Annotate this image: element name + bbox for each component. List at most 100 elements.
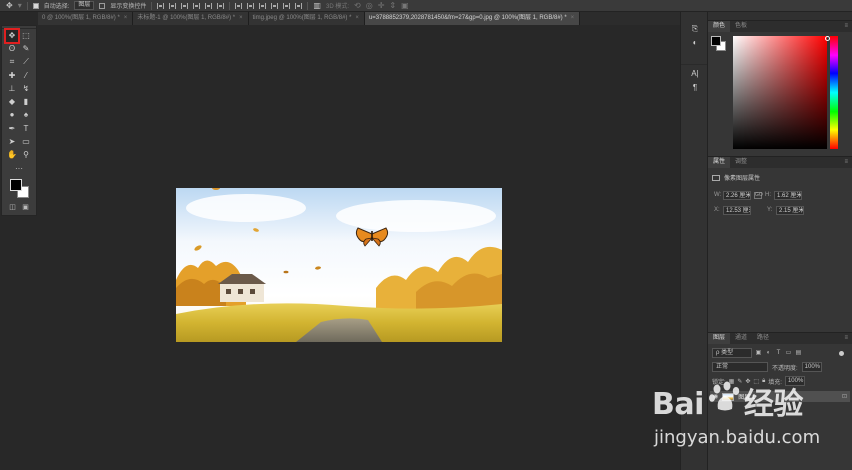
pen-icon[interactable]: ✒ [6,123,18,135]
gradient-icon[interactable]: ▮ [20,96,32,108]
layer-name[interactable]: 图层 1 [738,392,755,401]
3d-slide-icon[interactable]: ⇕ [389,0,396,11]
magic-wand-icon[interactable]: ✎ [20,43,32,55]
foreground-color-swatch[interactable] [10,179,22,192]
marquee-icon[interactable]: ⬚ [20,30,32,42]
fill-field[interactable]: 100% [784,376,805,386]
distribute-vcenter-icon[interactable] [247,2,255,9]
pixel-layer-icon [712,174,720,181]
tab-layers[interactable]: 图层 [708,333,731,344]
zoom-icon[interactable]: ⚲ [20,149,32,161]
align-vcenter-icon[interactable] [169,2,177,9]
rectangle-icon[interactable]: ▭ [20,136,32,148]
panel-menu-icon[interactable]: ≡ [844,21,852,32]
chevron-down-icon[interactable]: ▾ [18,0,22,11]
close-icon[interactable]: × [124,12,128,25]
align-bottom-icon[interactable] [181,2,189,9]
eraser-icon[interactable]: ◆ [6,96,18,108]
link-dimensions-icon[interactable]: GO [754,191,763,199]
lock-position-icon[interactable]: ✥ [745,378,750,385]
lasso-icon[interactable]: ʘ [6,43,18,55]
distribute-left-icon[interactable] [271,2,279,9]
dodge-icon[interactable]: ♠ [20,109,32,121]
tab-color[interactable]: 颜色 [708,21,731,32]
opacity-field[interactable]: 100% [801,362,822,372]
foreground-color-chip[interactable] [711,36,721,46]
panel-menu-icon[interactable]: ≡ [844,333,852,344]
tab-document-3[interactable]: timg.jpeg @ 100%(图层 1, RGB/8#) * × [248,12,365,25]
visibility-eye-icon[interactable]: ◉ [713,393,718,400]
history-brush-icon[interactable]: ↯ [20,83,32,95]
crop-icon[interactable]: ⌗ [6,56,18,68]
history-panel-icon[interactable]: ⎘ [681,22,709,36]
close-icon[interactable]: × [571,12,575,25]
3d-roll-icon[interactable]: ◎ [366,0,373,11]
filter-adjustment-icon[interactable]: ◐ [765,350,772,357]
lock-pixels-icon[interactable]: ✎ [737,378,742,385]
character-panel-icon[interactable]: A| [681,67,709,81]
tab-document-4[interactable]: u=3788852379,2028781450&fm=27&gp=0.jpg @… [364,12,581,25]
type-icon[interactable]: T [20,123,32,135]
brush-icon[interactable]: ⁄ [20,70,32,82]
clone-stamp-icon[interactable]: ⊥ [6,83,18,95]
learn-panel-icon[interactable]: ◐ [681,36,709,50]
align-top-icon[interactable] [157,2,165,9]
3d-rotate-icon[interactable]: ⟲ [354,0,361,11]
distribute-right-icon[interactable] [295,2,303,9]
panel-menu-icon[interactable]: ≡ [844,157,852,168]
x-field[interactable]: 12.53 厘米 [723,205,751,215]
color-spectrum[interactable] [733,36,830,149]
blur-icon[interactable]: ● [6,109,18,121]
more-tools-icon[interactable]: ··· [13,163,25,175]
3d-drag-icon[interactable]: ✛ [378,0,385,11]
hand-icon[interactable]: ✋ [6,149,18,161]
tab-document-1[interactable]: 0 @ 100%(图层 1, RGB/8#) * × [38,12,134,25]
distribute-hcenter-icon[interactable] [283,2,291,9]
layer-row[interactable]: ◉ 图层 1 ⊡ [710,391,850,402]
height-field[interactable]: 1.62 厘米 [774,190,802,200]
canvas-area[interactable] [38,25,680,470]
filter-pixel-icon[interactable]: ▣ [755,350,762,357]
auto-select-checkbox[interactable] [32,2,39,9]
blend-mode-dropdown[interactable]: 正常 [712,362,768,372]
y-field[interactable]: 2.15 厘米 [776,205,804,215]
tab-swatches[interactable]: 色板 [730,21,752,32]
filter-toggle[interactable] [839,350,844,356]
filter-smart-object-icon[interactable]: ▤ [795,350,802,357]
close-icon[interactable]: × [355,12,359,25]
distribute-top-icon[interactable] [235,2,243,9]
filter-shape-icon[interactable]: ▭ [785,350,792,357]
filter-kind-dropdown[interactable]: ρ 类型 [712,348,752,358]
tab-channels[interactable]: 通道 [730,333,752,344]
show-transform-checkbox[interactable] [99,2,106,9]
healing-brush-icon[interactable]: ✚ [6,70,18,82]
align-left-icon[interactable] [193,2,201,9]
eyedropper-icon[interactable]: ⟋ [20,56,32,68]
tab-paths[interactable]: 路径 [752,333,774,344]
lock-all-icon[interactable]: 🔒︎ [762,378,765,385]
lock-transparent-icon[interactable]: ▦ [729,378,735,385]
y-label: Y: [767,207,773,213]
3d-scale-icon[interactable]: ▣ [401,0,409,11]
path-select-icon[interactable]: ➤ [6,136,18,148]
align-hcenter-icon[interactable] [205,2,213,9]
auto-select-label: 自动选择: [43,4,70,10]
move-tool-preset-icon[interactable]: ✥ [6,0,13,11]
move-icon[interactable]: ✥ [4,27,20,44]
width-field[interactable]: 2.26 厘米 [723,190,751,200]
screen-mode-icon[interactable]: ▣ [22,203,29,211]
quick-mask-icon[interactable]: ◫ [9,203,16,211]
tab-document-2[interactable]: 未标题-1 @ 100%(图层 1, RGB/8#) * × [133,12,249,25]
filter-type-icon[interactable]: T [775,350,782,357]
paragraph-panel-icon[interactable]: ¶ [681,81,709,95]
auto-select-dropdown[interactable]: 图层 [74,1,95,10]
close-icon[interactable]: × [239,12,243,25]
hue-slider[interactable] [830,36,838,149]
align-right-icon[interactable] [217,2,225,9]
auto-align-icon[interactable]: ▥ [313,0,321,11]
tab-adjustments[interactable]: 调整 [730,157,752,168]
tab-properties[interactable]: 属性 [708,157,731,168]
lock-artboard-icon[interactable]: ⬚ [753,378,759,385]
canvas-image[interactable] [176,188,502,342]
distribute-bottom-icon[interactable] [259,2,267,9]
